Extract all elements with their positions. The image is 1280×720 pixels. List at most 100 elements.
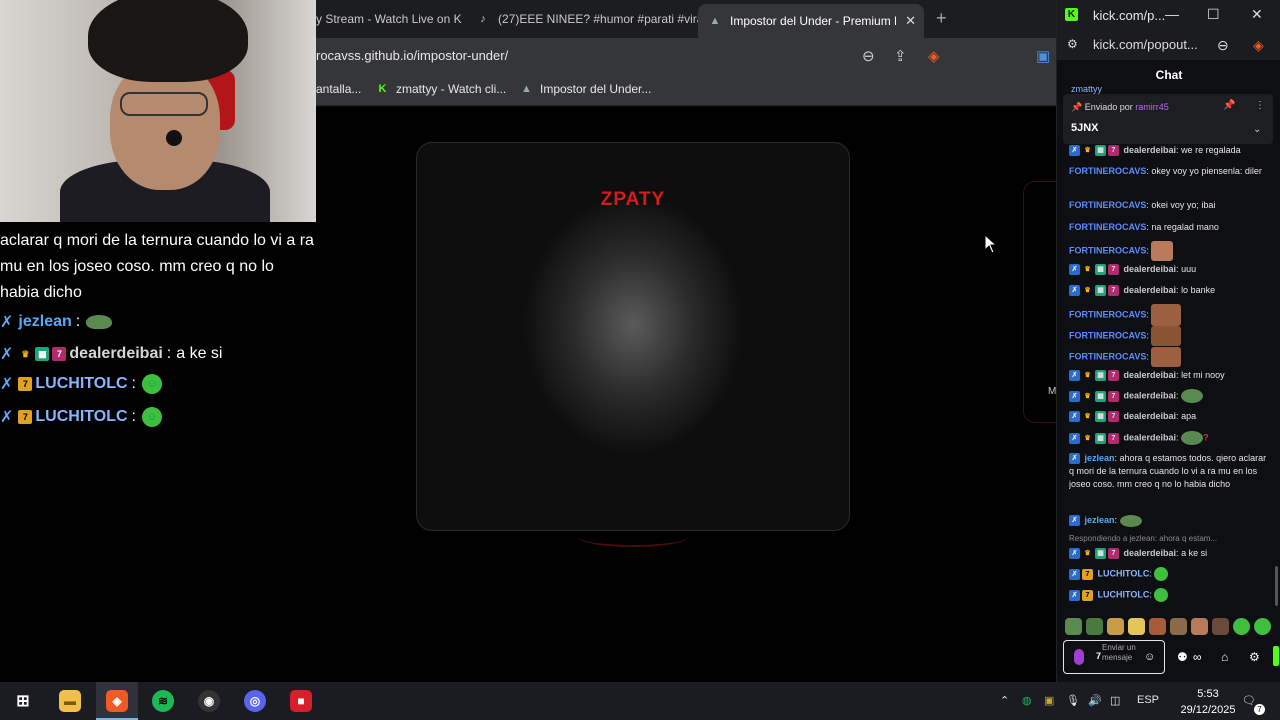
translate-icon[interactable]: ▣ — [1036, 47, 1050, 65]
bookmark-impostor[interactable]: ▲ Impostor del Under... — [520, 82, 651, 96]
more-options-icon[interactable]: ⋮ — [1255, 100, 1265, 111]
pinned-message[interactable]: 📌 Enviado por ramirr45 5JNX 📌 ⋮ ⌄ — [1063, 94, 1273, 144]
clock[interactable]: 5:53 29/12/2025 — [1178, 686, 1238, 718]
cat-emote-icon[interactable] — [1170, 618, 1187, 635]
maximize-icon[interactable]: ☐ — [1207, 6, 1220, 23]
windows-start-icon[interactable]: ⊞ — [12, 690, 34, 712]
new-tab-button[interactable]: + — [936, 8, 947, 29]
pin-icon[interactable]: 📌 — [1223, 100, 1235, 111]
tab-impostor-active[interactable]: ▲ Impostor del Under - Premium E ✕ — [698, 4, 924, 38]
close-tab-icon[interactable]: ✕ — [905, 13, 916, 29]
sub-badge-icon: 7 — [1108, 285, 1119, 297]
volume-icon[interactable]: 🔊 — [1088, 694, 1102, 707]
network-icon[interactable]: ◫ — [1110, 694, 1120, 707]
chat-username[interactable]: FORTINEROCAVS — [1069, 351, 1146, 361]
brave-shield-icon[interactable]: ◈ — [928, 47, 940, 65]
card-glow — [578, 527, 688, 547]
sub-badge-icon: 7 — [1082, 568, 1093, 580]
frog-emote-icon[interactable] — [1065, 618, 1082, 635]
overlay-username: LUCHITOLC — [35, 408, 128, 425]
face-emote-icon[interactable] — [1149, 618, 1166, 635]
language-indicator[interactable]: ESP — [1137, 694, 1159, 706]
tray-app-icon[interactable]: ▣ — [1044, 694, 1054, 707]
chat-username[interactable]: jezlean — [1085, 453, 1115, 463]
chat-scrollbar[interactable] — [1275, 566, 1278, 606]
chat-username[interactable]: LUCHITOLC — [1098, 589, 1150, 599]
site-settings-icon[interactable]: ⚙ — [1067, 37, 1078, 51]
crown-badge-icon: ♛ — [1084, 287, 1091, 295]
chevron-down-icon[interactable]: ⌄ — [1253, 124, 1261, 135]
moderator-badge-icon: ✗ — [1069, 145, 1080, 157]
face-emote-icon[interactable] — [1191, 618, 1208, 635]
chat-text: a ke si — [1181, 548, 1208, 558]
chat-message: ✗ ♛ ▦ 7 dealerdeibai: let mi nooy — [1069, 369, 1269, 382]
chat-username[interactable]: FORTINEROCAVS — [1069, 222, 1146, 232]
brave-shield-icon[interactable]: ◈ — [1253, 37, 1264, 54]
share-icon[interactable]: ⇪ — [894, 47, 907, 65]
chat-username[interactable]: dealerdeibai — [1124, 548, 1177, 558]
file-explorer-icon[interactable]: ▬ — [59, 690, 81, 712]
discord-icon[interactable]: ◎ — [244, 690, 266, 712]
close-icon[interactable]: ✕ — [1251, 6, 1263, 23]
sub-badge-icon: 7 — [18, 410, 33, 424]
moderator-badge-icon: ✗ — [1069, 453, 1080, 465]
frog-emote-icon[interactable] — [1086, 618, 1103, 635]
green-emote-icon — [1154, 567, 1169, 581]
zoom-icon[interactable]: ⊖ — [862, 47, 875, 65]
store-icon[interactable]: ⌂ — [1221, 650, 1228, 664]
hand-emote-icon[interactable] — [1107, 618, 1124, 635]
green-emote-icon[interactable] — [1254, 618, 1271, 635]
overlay-username: jezlean — [18, 313, 72, 330]
moderator-badge-icon: ✗ — [1069, 370, 1080, 382]
chat-username[interactable]: dealerdeibai — [1124, 264, 1177, 274]
chat-message: ✗ 7 LUCHITOLC: — [1069, 567, 1269, 581]
face-emote-icon[interactable] — [1128, 618, 1145, 635]
chat-username[interactable]: FORTINEROCAVS — [1069, 166, 1146, 176]
chat-message: ✗ ♛ ▦ 7 dealerdeibai: ? — [1069, 431, 1269, 445]
microphone-icon[interactable]: 🎙 — [1066, 694, 1080, 707]
chat-username[interactable]: FORTINEROCAVS — [1069, 309, 1146, 319]
chat-username[interactable]: FORTINEROCAVS — [1069, 245, 1146, 255]
app-red-icon[interactable]: ■ — [290, 690, 312, 712]
chat-username[interactable]: dealerdeibai — [1124, 432, 1177, 442]
chat-username[interactable]: dealerdeibai — [1124, 145, 1177, 155]
chat-username[interactable]: dealerdeibai — [1124, 411, 1177, 421]
chat-username[interactable]: FORTINEROCAVS — [1069, 200, 1146, 210]
chat-username[interactable]: dealerdeibai — [1124, 390, 1177, 400]
chat-username[interactable]: dealerdeibai — [1124, 370, 1177, 380]
game-card[interactable]: ZPATY — [416, 142, 850, 531]
tab-kick-stream[interactable]: y Stream - Watch Live on K — [316, 6, 466, 32]
chat-window-url[interactable]: kick.com/popout... — [1093, 37, 1198, 52]
tray-app-icon[interactable]: ◍ — [1022, 694, 1032, 707]
obs-icon[interactable]: ◉ — [198, 690, 220, 712]
chat-username[interactable]: dealerdeibai — [1124, 285, 1177, 295]
chat-input[interactable]: Enviar un mensaje 7 ☺ — [1063, 640, 1165, 674]
minimize-icon[interactable]: — — [1165, 6, 1179, 22]
emoji-icon[interactable]: ☺ — [1144, 651, 1155, 663]
chat-username[interactable]: FORTINEROCAVS — [1069, 330, 1146, 340]
zoom-icon[interactable]: ⊖ — [1217, 37, 1229, 54]
moderator-badge-icon: ✗ — [1069, 390, 1080, 402]
chevron-up-icon[interactable]: ⌃ — [1000, 694, 1009, 707]
chat-text: apa — [1181, 411, 1197, 421]
face-emote-icon[interactable] — [1212, 618, 1229, 635]
users-icon[interactable]: ⚉ — [1177, 650, 1188, 664]
settings-icon[interactable]: ⚙ — [1249, 650, 1260, 664]
chat-username[interactable]: LUCHITOLC — [1098, 568, 1150, 578]
tab-tiktok[interactable]: ♪ (27)EEE NINEE? #humor #parati #vira — [476, 6, 706, 32]
chat-message: ✗ ♛ ▦ 7 dealerdeibai: lo banke — [1069, 284, 1269, 297]
chat-username[interactable]: jezlean — [1085, 515, 1115, 525]
microphone-icon[interactable] — [1074, 649, 1084, 665]
bookmark-zmattyy[interactable]: K zmattyy - Watch cli... — [376, 82, 507, 96]
url-field[interactable]: rocavss.github.io/impostor-under/ — [316, 48, 508, 63]
face-emote-icon — [1151, 241, 1174, 261]
green-emote-icon[interactable] — [1233, 618, 1250, 635]
notifications-icon[interactable]: 🗨 — [1242, 694, 1256, 707]
bookmark-pantalla[interactable]: antalla... — [316, 82, 361, 96]
infinity-icon[interactable]: ∞ — [1193, 650, 1202, 664]
moderator-badge-icon: ✗ — [1069, 411, 1080, 423]
send-button[interactable] — [1273, 646, 1279, 666]
moderator-badge-icon: ✗ — [1069, 264, 1080, 276]
brave-browser-icon[interactable]: ◈ — [106, 690, 128, 712]
spotify-icon[interactable]: ≋ — [152, 690, 174, 712]
